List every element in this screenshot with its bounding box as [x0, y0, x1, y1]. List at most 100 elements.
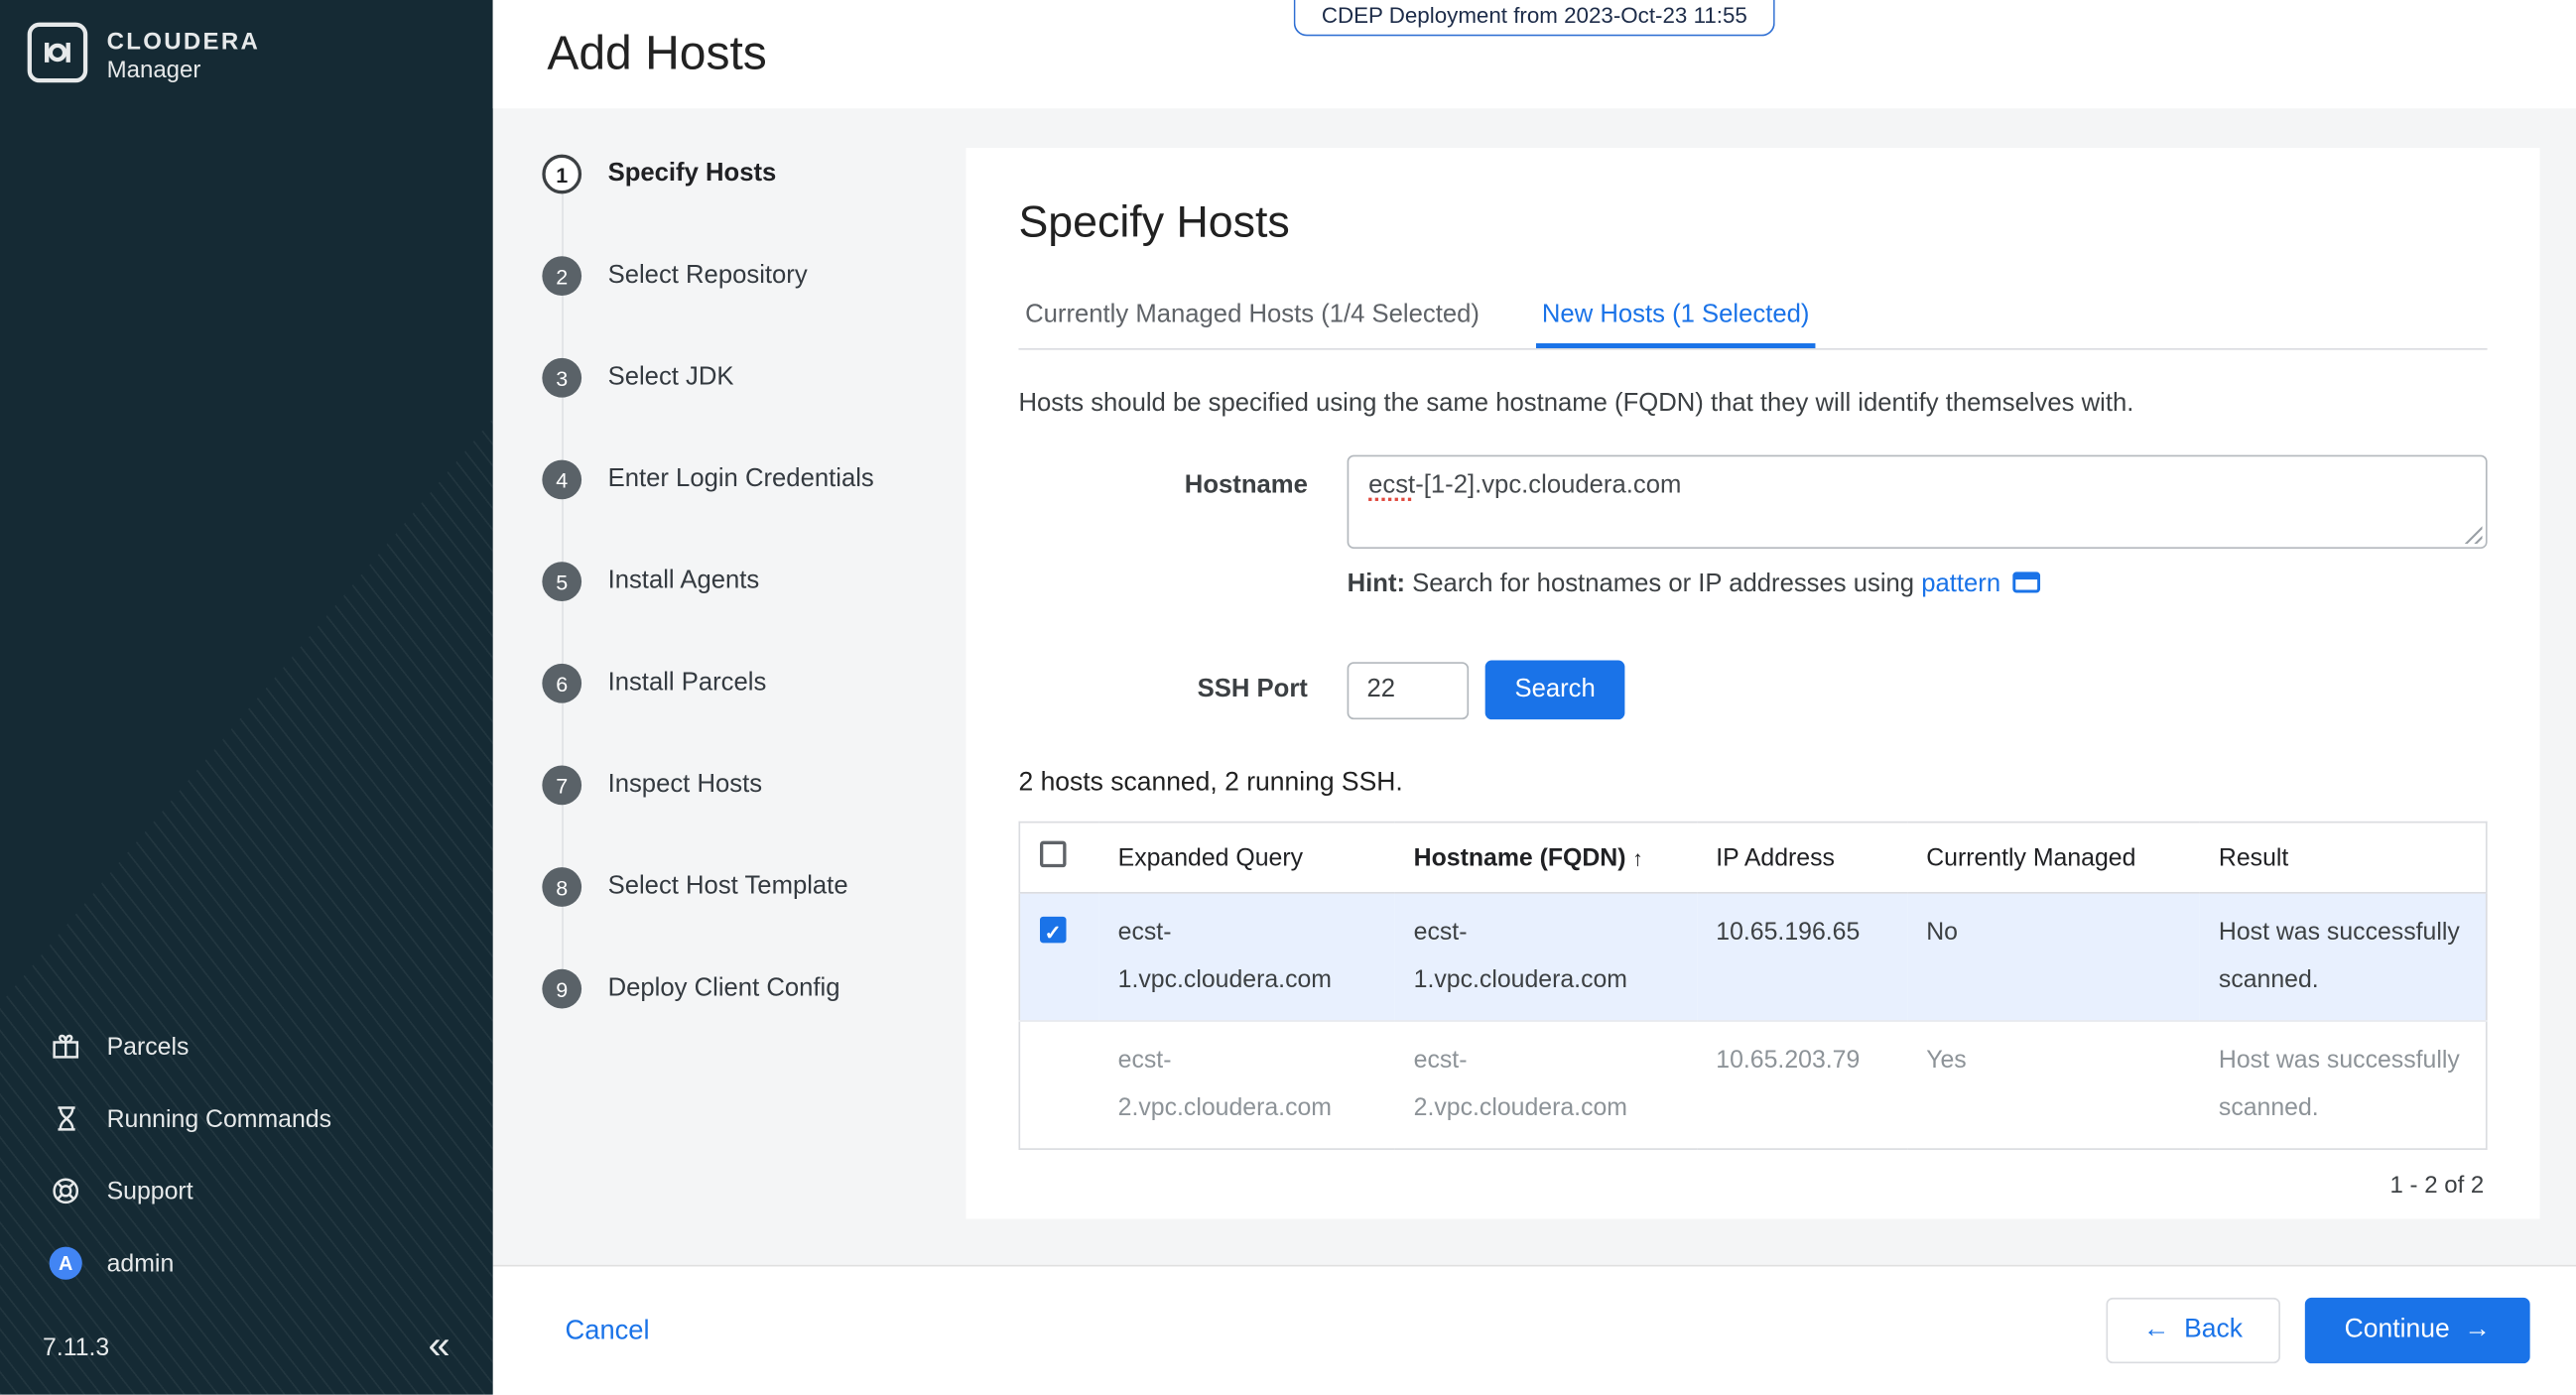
page-header: Add Hosts CDEP Deployment from 2023-Oct-…	[493, 0, 2576, 108]
step-number: 3	[542, 358, 581, 398]
row-checkbox[interactable]: ✓	[1040, 917, 1066, 943]
table-row-ecst-1[interactable]: ✓ ecst-1.vpc.cloudera.com ecst-1.vpc.clo…	[1019, 893, 2486, 1021]
step-number: 9	[542, 969, 581, 1009]
row-checkbox-cell	[1019, 1021, 1097, 1149]
hostname-hint: Hint: Search for hostnames or IP address…	[1348, 570, 2488, 600]
admin-avatar: A	[50, 1247, 82, 1280]
sidebar-nav: Parcels Running Commands	[0, 1010, 493, 1299]
cell-currently-managed: No	[1906, 893, 2199, 1021]
ssh-port-row: SSH Port Search	[1018, 661, 2487, 720]
cell-result: Host was successfully scanned.	[2199, 1021, 2487, 1149]
wizard-step-deploy-client-config: 9 Deploy Client Config	[542, 969, 966, 1009]
cell-expanded-query: ecst-2.vpc.cloudera.com	[1098, 1021, 1394, 1149]
continue-label: Continue	[2345, 1316, 2450, 1343]
cell-currently-managed: Yes	[1906, 1021, 2199, 1149]
sidebar: CLOUDERA Manager Parcels	[0, 0, 493, 1395]
sidebar-item-running-commands[interactable]: Running Commands	[0, 1082, 493, 1155]
step-number: 8	[542, 867, 581, 907]
cell-result: Host was successfully scanned.	[2199, 893, 2487, 1021]
wizard-steps: 1 Specify Hosts 2 Select Repository 3 Se…	[493, 108, 966, 1265]
wizard-footer: Cancel ← Back Continue →	[493, 1265, 2576, 1395]
cell-ip-address: 10.65.196.65	[1696, 893, 1906, 1021]
sort-ascending-icon: ↑	[1632, 845, 1643, 870]
tab-new-hosts[interactable]: New Hosts (1 Selected)	[1535, 284, 1816, 348]
column-ip-address: IP Address	[1696, 823, 1906, 893]
app-root: CLOUDERA Manager Parcels	[0, 0, 2576, 1395]
wizard-step-install-agents: 5 Install Agents	[542, 562, 966, 601]
hint-bold: Hint:	[1348, 570, 1405, 597]
wizard-step-inspect-hosts: 7 Inspect Hosts	[542, 766, 966, 806]
column-label: Hostname (FQDN)	[1414, 843, 1626, 871]
step-label: Select Host Template	[608, 872, 848, 902]
tab-currently-managed-hosts[interactable]: Currently Managed Hosts (1/4 Selected)	[1018, 284, 1485, 348]
step-label: Inspect Hosts	[608, 770, 762, 800]
column-currently-managed: Currently Managed	[1906, 823, 2199, 893]
step-number: 4	[542, 460, 581, 500]
continue-button[interactable]: Continue →	[2305, 1298, 2530, 1363]
sidebar-item-admin[interactable]: A admin	[0, 1227, 493, 1300]
hint-text: Search for hostnames or IP addresses usi…	[1405, 570, 1921, 597]
hostname-label: Hostname	[1018, 455, 1347, 501]
main-area: Add Hosts CDEP Deployment from 2023-Oct-…	[493, 0, 2576, 1395]
wizard-step-specify-hosts: 1 Specify Hosts	[542, 155, 966, 194]
step-label: Enter Login Credentials	[608, 465, 874, 495]
cancel-link[interactable]: Cancel	[566, 1315, 650, 1345]
collapse-sidebar-icon[interactable]: «	[429, 1328, 451, 1367]
column-hostname-fqdn[interactable]: Hostname (FQDN)↑	[1394, 823, 1697, 893]
cell-hostname: ecst-2.vpc.cloudera.com	[1394, 1021, 1697, 1149]
content-card: Specify Hosts Currently Managed Hosts (1…	[966, 148, 2540, 1218]
step-label: Install Agents	[608, 567, 760, 596]
content-title: Specify Hosts	[1018, 197, 2487, 248]
step-number: 7	[542, 766, 581, 806]
wizard-step-enter-login-credentials: 4 Enter Login Credentials	[542, 460, 966, 500]
brand-text: CLOUDERA Manager	[107, 30, 261, 84]
step-number: 6	[542, 664, 581, 703]
back-arrow-icon: ←	[2143, 1316, 2169, 1343]
wizard-step-select-host-template: 8 Select Host Template	[542, 867, 966, 907]
ssh-port-label: SSH Port	[1018, 675, 1347, 704]
sidebar-item-label: admin	[107, 1249, 175, 1277]
version-label: 7.11.3	[43, 1333, 109, 1361]
step-label: Select Repository	[608, 261, 808, 291]
cell-hostname: ecst-1.vpc.cloudera.com	[1394, 893, 1697, 1021]
pattern-link[interactable]: pattern	[1921, 570, 2000, 597]
hostname-input[interactable]: ecst-[1-2].vpc.cloudera.com	[1348, 455, 2488, 549]
step-label: Install Parcels	[608, 669, 767, 698]
wizard-workspace: 1 Specify Hosts 2 Select Repository 3 Se…	[493, 108, 2576, 1265]
running-commands-icon	[50, 1102, 82, 1135]
hosts-description: Hosts should be specified using the same…	[1018, 389, 2487, 419]
row-checkbox-cell: ✓	[1019, 893, 1097, 1021]
wizard-step-install-parcels: 6 Install Parcels	[542, 664, 966, 703]
sidebar-item-support[interactable]: Support	[0, 1155, 493, 1227]
wizard-step-select-repository: 2 Select Repository	[542, 256, 966, 296]
step-number: 2	[542, 256, 581, 296]
step-number: 1	[542, 155, 581, 194]
cloudera-logo-icon	[26, 22, 88, 92]
sidebar-item-label: Running Commands	[107, 1104, 331, 1132]
hostname-value-misspelled: ecst	[1368, 471, 1415, 499]
cell-expanded-query: ecst-1.vpc.cloudera.com	[1098, 893, 1394, 1021]
sidebar-footer: 7.11.3 «	[0, 1300, 493, 1395]
open-pattern-dialog-icon[interactable]	[2012, 571, 2040, 601]
parcels-icon	[50, 1030, 82, 1063]
step-label: Deploy Client Config	[608, 974, 840, 1004]
pagination: 1 - 2 of 2	[1022, 1173, 2484, 1199]
brand: CLOUDERA Manager	[0, 0, 493, 113]
hostname-row: Hostname ecst-[1-2].vpc.cloudera.com Hin…	[1018, 455, 2487, 601]
hostname-value-rest: -[1-2].vpc.cloudera.com	[1415, 471, 1681, 499]
back-button[interactable]: ← Back	[2106, 1298, 2280, 1363]
support-icon	[50, 1175, 82, 1207]
cell-ip-address: 10.65.203.79	[1696, 1021, 1906, 1149]
page-title: Add Hosts	[547, 27, 767, 81]
step-label: Specify Hosts	[608, 160, 777, 190]
search-button[interactable]: Search	[1485, 661, 1625, 720]
ssh-port-input[interactable]	[1348, 661, 1470, 718]
deployment-banner: CDEP Deployment from 2023-Oct-23 11:55	[1294, 0, 1775, 36]
select-all-checkbox[interactable]	[1040, 841, 1066, 867]
brand-product: Manager	[107, 58, 261, 83]
sidebar-item-label: Support	[107, 1177, 193, 1205]
scan-summary: 2 hosts scanned, 2 running SSH.	[1018, 769, 2487, 799]
back-label: Back	[2184, 1316, 2243, 1343]
column-expanded-query: Expanded Query	[1098, 823, 1394, 893]
sidebar-item-parcels[interactable]: Parcels	[0, 1010, 493, 1082]
